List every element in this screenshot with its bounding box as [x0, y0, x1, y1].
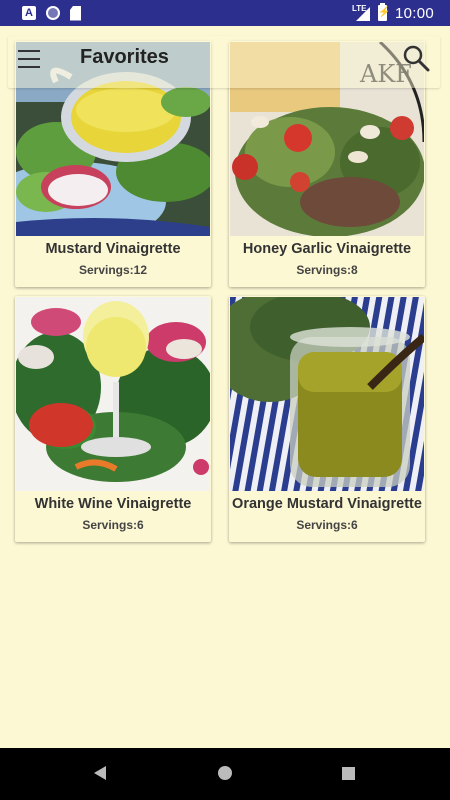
recipe-card[interactable]: Orange Mustard Vinaigrette Servings:6: [229, 296, 425, 542]
clock: 10:00: [394, 4, 434, 22]
status-indicators: LTE 10:00: [352, 3, 434, 23]
search-icon[interactable]: [402, 44, 430, 72]
recipe-title: Orange Mustard Vinaigrette: [232, 496, 422, 512]
recipe-servings: Servings:6: [296, 518, 358, 532]
recipe-servings: Servings:8: [296, 263, 358, 277]
status-notifications: A: [22, 4, 81, 22]
home-icon[interactable]: [218, 766, 232, 780]
page-title: Favorites: [80, 46, 169, 68]
back-icon[interactable]: [94, 766, 106, 780]
status-bar: A LTE 10:00: [0, 0, 450, 26]
orange-mustard-vinaigrette-photo: [230, 297, 424, 491]
app-toolbar: Favorites: [8, 36, 440, 88]
battery-charging-icon: [377, 3, 387, 21]
recipe-title: Mustard Vinaigrette: [45, 241, 181, 257]
recipe-servings: Servings:12: [78, 263, 148, 277]
sync-icon: [46, 6, 60, 20]
app-screen: A LTE 10:00: [0, 0, 450, 800]
recipe-servings: Servings:6: [82, 518, 144, 532]
sd-card-icon: [70, 5, 81, 21]
recipe-title: White Wine Vinaigrette: [34, 496, 192, 512]
white-wine-vinaigrette-photo: [16, 297, 210, 491]
recipe-title: Honey Garlic Vinaigrette: [242, 241, 412, 257]
app-notification-icon: A: [22, 6, 36, 20]
hamburger-menu-icon[interactable]: [18, 50, 40, 68]
recent-apps-icon[interactable]: [342, 767, 355, 780]
system-nav-bar: [0, 748, 450, 800]
recipe-card[interactable]: White Wine Vinaigrette Servings:6: [15, 296, 211, 542]
signal-icon: LTE: [352, 4, 370, 21]
